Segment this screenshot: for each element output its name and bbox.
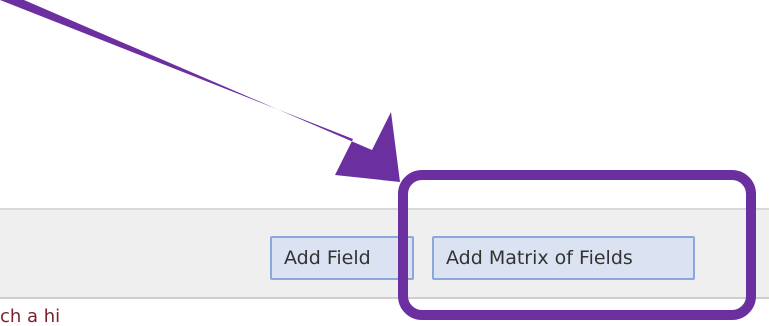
highlight-box (398, 170, 756, 320)
add-field-button[interactable]: Add Field (270, 236, 414, 280)
partial-row-text: ch a hi (0, 308, 61, 326)
arrow-shape (0, 0, 400, 182)
